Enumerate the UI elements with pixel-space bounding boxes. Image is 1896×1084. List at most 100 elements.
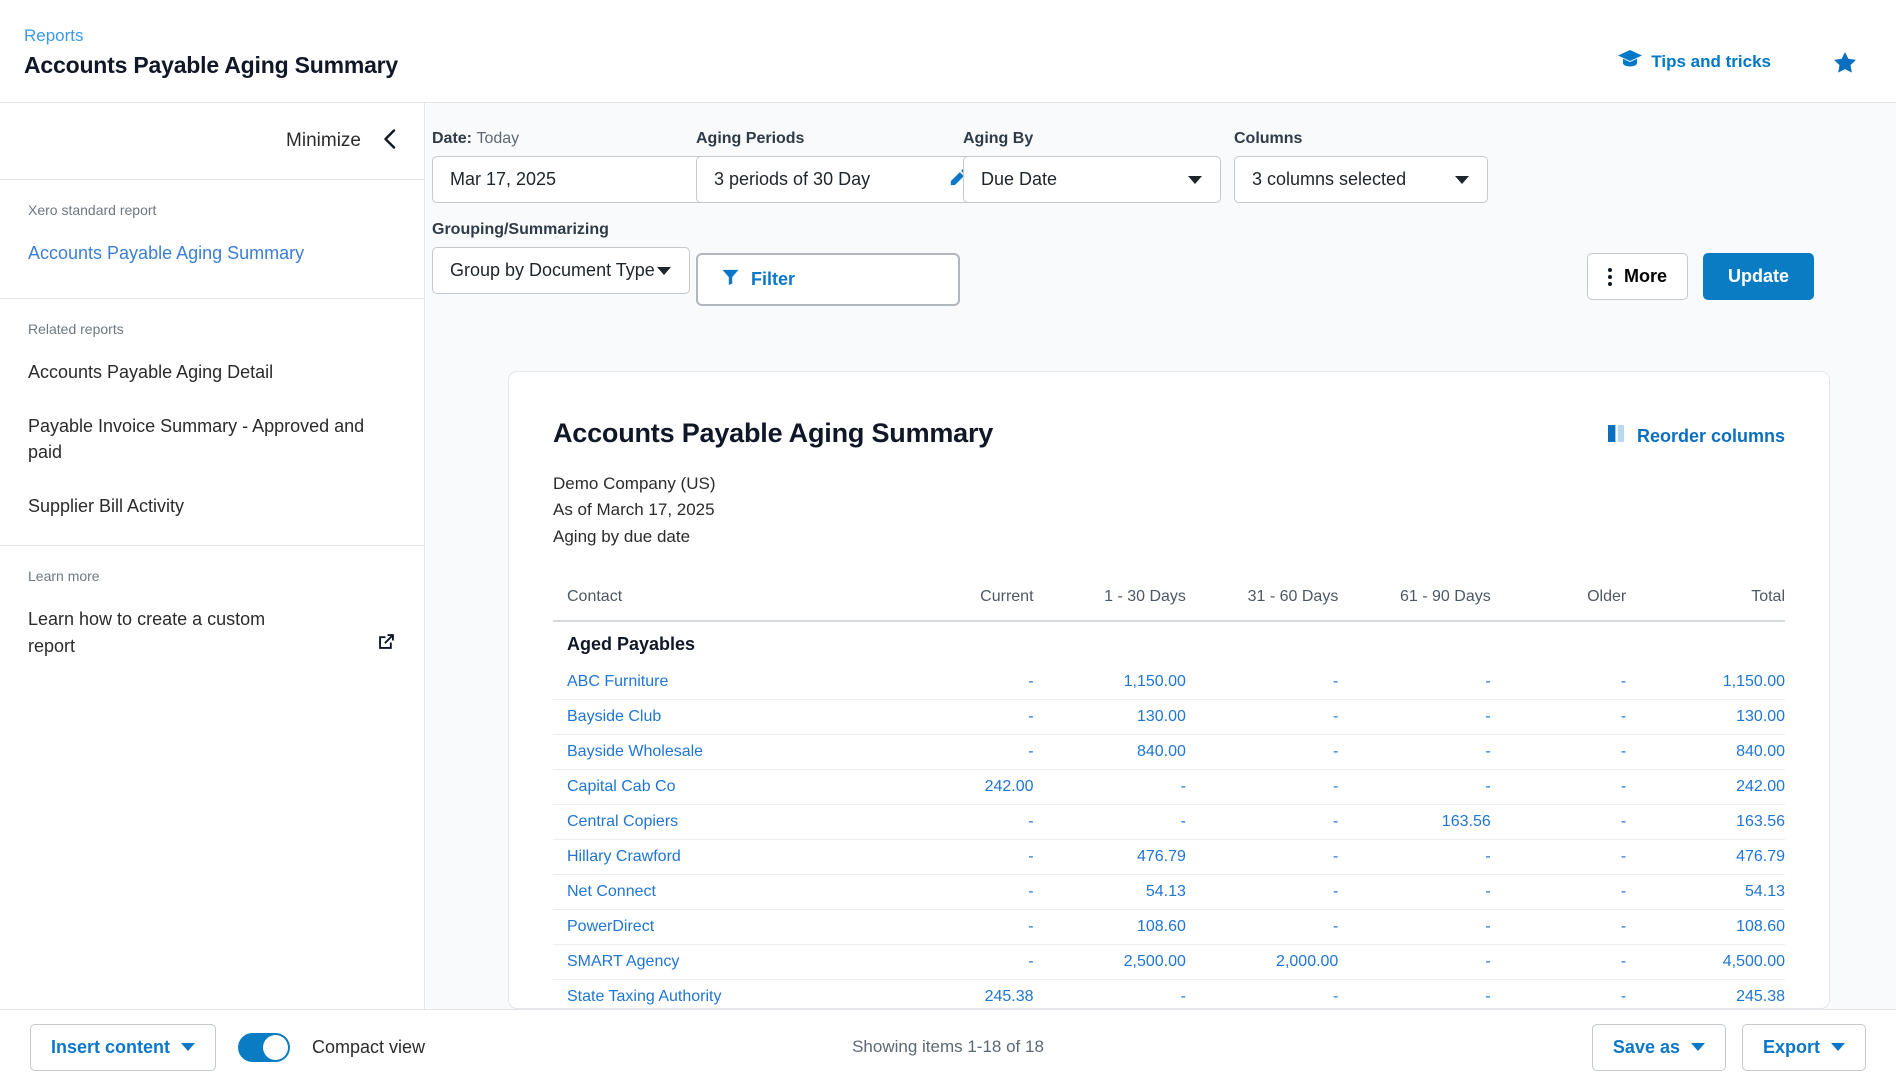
page-header: Reports Accounts Payable Aging Summary T… (0, 0, 1896, 103)
filter-button[interactable]: Filter (696, 253, 960, 306)
cell-contact[interactable]: Bayside Club (553, 700, 881, 735)
reorder-columns-button[interactable]: Reorder columns (1608, 424, 1785, 448)
cell-contact[interactable]: Capital Cab Co (553, 770, 881, 805)
cell-older[interactable]: - (1491, 945, 1626, 980)
cell-total[interactable]: 108.60 (1626, 910, 1785, 945)
cell-older[interactable]: - (1491, 700, 1626, 735)
cell-d61_90[interactable]: - (1338, 735, 1490, 770)
cell-older[interactable]: - (1491, 980, 1626, 1009)
cell-contact[interactable]: PowerDirect (553, 910, 881, 945)
cell-d31_60[interactable]: - (1186, 910, 1338, 945)
aging-by-select[interactable]: Due Date (963, 156, 1221, 203)
cell-current[interactable]: - (881, 840, 1033, 875)
cell-total[interactable]: 840.00 (1626, 735, 1785, 770)
cell-d1_30[interactable]: 840.00 (1034, 735, 1186, 770)
cell-current[interactable]: - (881, 665, 1033, 700)
sidebar-item-supplier-bill-activity[interactable]: Supplier Bill Activity (28, 493, 396, 519)
cell-d31_60[interactable]: 2,000.00 (1186, 945, 1338, 980)
sidebar-item-accounts-payable-aging-summary[interactable]: Accounts Payable Aging Summary (28, 240, 396, 266)
sidebar-item-payable-invoice-summary[interactable]: Payable Invoice Summary - Approved and p… (28, 413, 396, 465)
cell-total[interactable]: 54.13 (1626, 875, 1785, 910)
cell-d31_60[interactable]: - (1186, 875, 1338, 910)
cell-current[interactable]: 245.38 (881, 980, 1033, 1009)
cell-current[interactable]: - (881, 735, 1033, 770)
favorite-star-button[interactable] (1832, 50, 1858, 76)
cell-contact[interactable]: Bayside Wholesale (553, 735, 881, 770)
cell-d1_30[interactable]: 2,500.00 (1034, 945, 1186, 980)
sidebar-item-learn-custom-report[interactable]: Learn how to create a custom report (28, 606, 288, 658)
cell-older[interactable]: - (1491, 770, 1626, 805)
sidebar-minimize-button[interactable]: Minimize (0, 103, 424, 179)
cell-total[interactable]: 130.00 (1626, 700, 1785, 735)
cell-older[interactable]: - (1491, 805, 1626, 840)
cell-contact[interactable]: State Taxing Authority (553, 980, 881, 1009)
tips-and-tricks-button[interactable]: Tips and tricks (1618, 50, 1771, 74)
cell-d61_90[interactable]: - (1338, 665, 1490, 700)
cell-d61_90[interactable]: - (1338, 840, 1490, 875)
cell-d1_30[interactable]: 108.60 (1034, 910, 1186, 945)
cell-total[interactable]: 4,500.00 (1626, 945, 1785, 980)
cell-contact[interactable]: Net Connect (553, 875, 881, 910)
report-company: Demo Company (US) (553, 471, 1785, 497)
cell-d1_30[interactable]: 54.13 (1034, 875, 1186, 910)
cell-contact[interactable]: Central Copiers (553, 805, 881, 840)
cell-older[interactable]: - (1491, 665, 1626, 700)
cell-older[interactable]: - (1491, 840, 1626, 875)
more-button[interactable]: More (1587, 253, 1688, 300)
filter-button-wrapper: Filter (696, 253, 960, 306)
cell-current[interactable]: - (881, 805, 1033, 840)
cell-d31_60[interactable]: - (1186, 735, 1338, 770)
cell-older[interactable]: - (1491, 875, 1626, 910)
cell-total[interactable]: 1,150.00 (1626, 665, 1785, 700)
cell-current[interactable]: - (881, 945, 1033, 980)
report-card: Accounts Payable Aging Summary Demo Comp… (508, 371, 1830, 1009)
update-button[interactable]: Update (1703, 253, 1814, 300)
cell-d61_90[interactable]: 163.56 (1338, 805, 1490, 840)
cell-d31_60[interactable]: - (1186, 665, 1338, 700)
cell-d61_90[interactable]: - (1338, 910, 1490, 945)
cell-older[interactable]: - (1491, 735, 1626, 770)
cell-d61_90[interactable]: - (1338, 770, 1490, 805)
columns-select[interactable]: 3 columns selected (1234, 156, 1488, 203)
cell-d31_60[interactable]: - (1186, 700, 1338, 735)
cell-d1_30[interactable]: 476.79 (1034, 840, 1186, 875)
chevron-down-icon[interactable] (657, 267, 671, 275)
chevron-down-icon[interactable] (1188, 176, 1202, 184)
cell-d61_90[interactable]: - (1338, 875, 1490, 910)
cell-total[interactable]: 242.00 (1626, 770, 1785, 805)
export-button[interactable]: Export (1742, 1024, 1866, 1071)
aging-periods-select[interactable]: 3 periods of 30 Day (696, 156, 986, 203)
cell-d1_30[interactable]: 1,150.00 (1034, 665, 1186, 700)
cell-current[interactable]: 242.00 (881, 770, 1033, 805)
external-link-icon[interactable] (377, 632, 396, 656)
cell-total[interactable]: 163.56 (1626, 805, 1785, 840)
cell-total[interactable]: 245.38 (1626, 980, 1785, 1009)
cell-d31_60[interactable]: - (1186, 840, 1338, 875)
cell-older[interactable]: - (1491, 910, 1626, 945)
cell-d31_60[interactable]: - (1186, 770, 1338, 805)
cell-contact[interactable]: SMART Agency (553, 945, 881, 980)
cell-d31_60[interactable]: - (1186, 805, 1338, 840)
cell-d31_60[interactable]: - (1186, 980, 1338, 1009)
cell-d61_90[interactable]: - (1338, 980, 1490, 1009)
cell-d1_30[interactable]: 130.00 (1034, 700, 1186, 735)
cell-d61_90[interactable]: - (1338, 700, 1490, 735)
cell-current[interactable]: - (881, 910, 1033, 945)
cell-d61_90[interactable]: - (1338, 945, 1490, 980)
grouping-select[interactable]: Group by Document Type (432, 247, 690, 294)
col-header-31-60: 31 - 60 Days (1186, 588, 1338, 621)
cell-current[interactable]: - (881, 700, 1033, 735)
breadcrumb-reports[interactable]: Reports (24, 26, 84, 46)
cell-d1_30[interactable]: - (1034, 980, 1186, 1009)
more-label: More (1624, 266, 1667, 287)
table-group-row: Aged Payables (553, 621, 1785, 665)
cell-current[interactable]: - (881, 875, 1033, 910)
save-as-button[interactable]: Save as (1592, 1024, 1726, 1071)
cell-contact[interactable]: Hillary Crawford (553, 840, 881, 875)
cell-total[interactable]: 476.79 (1626, 840, 1785, 875)
sidebar-item-accounts-payable-aging-detail[interactable]: Accounts Payable Aging Detail (28, 359, 396, 385)
chevron-down-icon[interactable] (1455, 176, 1469, 184)
cell-contact[interactable]: ABC Furniture (553, 665, 881, 700)
cell-d1_30[interactable]: - (1034, 770, 1186, 805)
cell-d1_30[interactable]: - (1034, 805, 1186, 840)
